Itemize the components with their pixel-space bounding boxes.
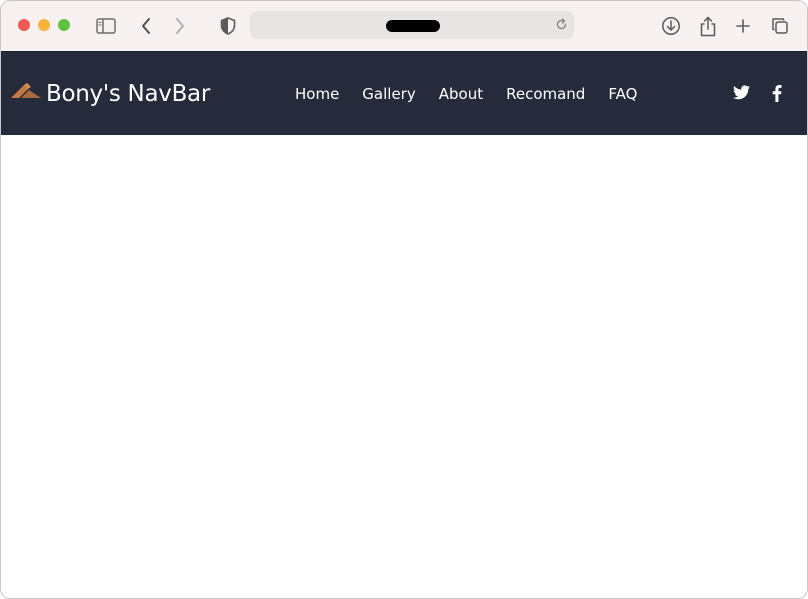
minimize-window-button[interactable] bbox=[38, 19, 50, 31]
nav-links: Home Gallery About Recomand FAQ bbox=[295, 85, 660, 103]
share-icon[interactable] bbox=[697, 15, 719, 37]
chevron-right-icon[interactable] bbox=[169, 15, 191, 37]
redacted-url-mark bbox=[386, 20, 440, 32]
twitter-icon[interactable] bbox=[733, 85, 750, 105]
browser-window: Bony's NavBar Home Gallery About Recoman… bbox=[0, 0, 808, 599]
brand-name: Bony's NavBar bbox=[46, 81, 210, 107]
nav-link-home[interactable]: Home bbox=[295, 85, 339, 103]
chevron-left-icon[interactable] bbox=[135, 15, 157, 37]
address-bar[interactable] bbox=[250, 11, 574, 39]
download-icon[interactable] bbox=[660, 15, 682, 37]
tabs-overview-icon[interactable] bbox=[769, 15, 791, 37]
browser-toolbar bbox=[1, 1, 807, 52]
sidebar-icon[interactable] bbox=[95, 15, 117, 37]
shield-icon[interactable] bbox=[217, 15, 239, 37]
close-window-button[interactable] bbox=[18, 19, 30, 31]
nav-link-gallery[interactable]: Gallery bbox=[362, 85, 415, 103]
maximize-window-button[interactable] bbox=[58, 19, 70, 31]
nav-link-recomand[interactable]: Recomand bbox=[506, 85, 585, 103]
nav-link-faq[interactable]: FAQ bbox=[608, 85, 637, 103]
facebook-icon[interactable] bbox=[772, 85, 782, 107]
reload-icon[interactable] bbox=[555, 18, 568, 36]
brand-logo-icon bbox=[11, 82, 41, 107]
plus-icon[interactable] bbox=[732, 15, 754, 37]
site-navbar: Bony's NavBar Home Gallery About Recoman… bbox=[1, 52, 807, 135]
nav-link-about[interactable]: About bbox=[439, 85, 483, 103]
brand-link[interactable]: Bony's NavBar bbox=[11, 80, 210, 108]
